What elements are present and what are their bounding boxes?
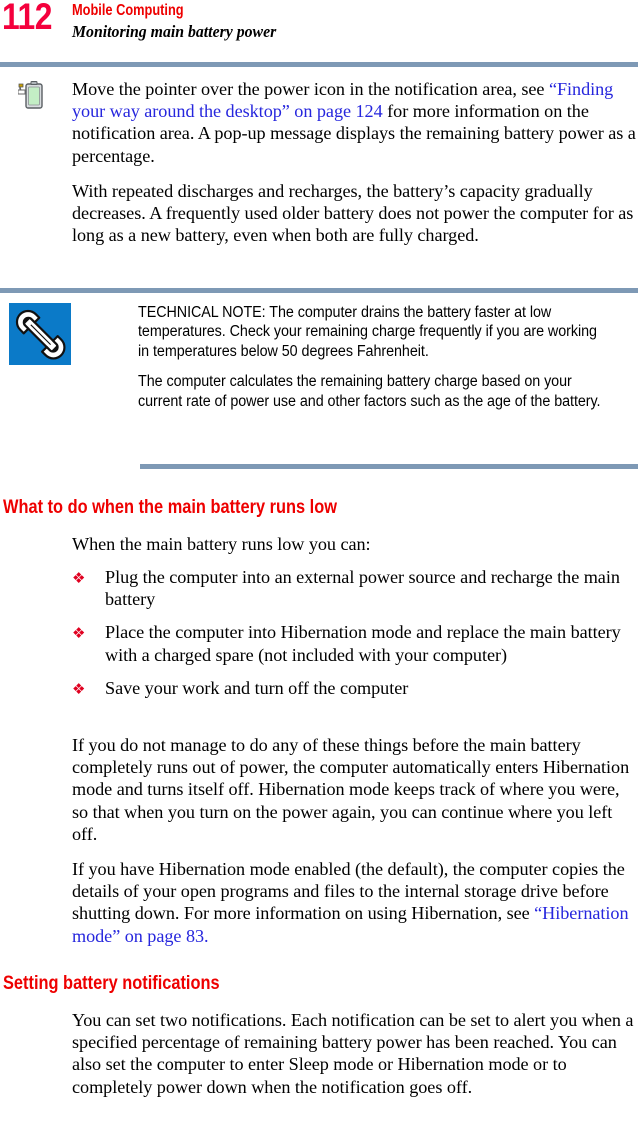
technical-note-bottom-rule bbox=[140, 464, 638, 469]
what-to-do-intro: When the main battery runs low you can: bbox=[72, 533, 638, 568]
what-to-do-paragraph-1: If you do not manage to do any of these … bbox=[72, 735, 630, 844]
bullet-diamond-icon: ❖ bbox=[72, 569, 86, 587]
setting-notifications-paragraph-1: You can set two notifications. Each noti… bbox=[72, 1010, 634, 1097]
list-item: ❖ Save your work and turn off the comput… bbox=[72, 677, 638, 699]
what-to-do-body: If you do not manage to do any of these … bbox=[72, 734, 638, 960]
heading-what-to-do-when-battery-runs-low: What to do when the main battery runs lo… bbox=[3, 496, 337, 518]
list-item: ❖ Place the computer into Hibernation mo… bbox=[72, 621, 638, 665]
technical-note-top-rule bbox=[0, 288, 638, 293]
list-item: ❖ Plug the computer into an external pow… bbox=[72, 566, 638, 610]
page-header: 112 Mobile Computing Monitoring main bat… bbox=[0, 0, 638, 62]
what-to-do-paragraph-2: If you have Hibernation mode enabled (th… bbox=[72, 858, 638, 947]
intro-p1-text-before: Move the pointer over the power icon in … bbox=[72, 79, 549, 99]
page-number: 112 bbox=[2, 0, 53, 37]
list-item-text: Place the computer into Hibernation mode… bbox=[105, 622, 621, 665]
header-rule bbox=[0, 62, 638, 67]
setting-notifications-body: You can set two notifications. Each noti… bbox=[72, 1009, 638, 1111]
heading-setting-battery-notifications: Setting battery notifications bbox=[3, 972, 220, 994]
list-item-text: Plug the computer into an external power… bbox=[105, 567, 620, 610]
chapter-title: Mobile Computing bbox=[72, 2, 184, 19]
wrench-icon bbox=[9, 303, 71, 365]
intro-paragraph-2: With repeated discharges and recharges, … bbox=[72, 180, 634, 246]
intro-paragraph-1: Move the pointer over the power icon in … bbox=[72, 78, 638, 167]
technical-note-paragraph-1: TECHNICAL NOTE: The computer drains the … bbox=[138, 304, 597, 360]
bullet-diamond-icon: ❖ bbox=[72, 679, 86, 698]
intro-body: Move the pointer over the power icon in … bbox=[72, 78, 638, 259]
what-to-do-intro-paragraph: When the main battery runs low you can: bbox=[72, 534, 371, 554]
header-titles: Mobile Computing Monitoring main battery… bbox=[72, 1, 292, 42]
what-to-do-bullet-list: ❖ Plug the computer into an external pow… bbox=[72, 566, 638, 710]
list-item-text: Save your work and turn off the computer bbox=[105, 677, 409, 698]
section-title: Monitoring main battery power bbox=[72, 22, 277, 41]
technical-note-paragraph-2: The computer calculates the remaining ba… bbox=[138, 373, 601, 410]
technical-note-text: TECHNICAL NOTE: The computer drains the … bbox=[138, 303, 638, 422]
bullet-diamond-icon: ❖ bbox=[72, 624, 86, 643]
battery-power-icon bbox=[17, 79, 48, 111]
